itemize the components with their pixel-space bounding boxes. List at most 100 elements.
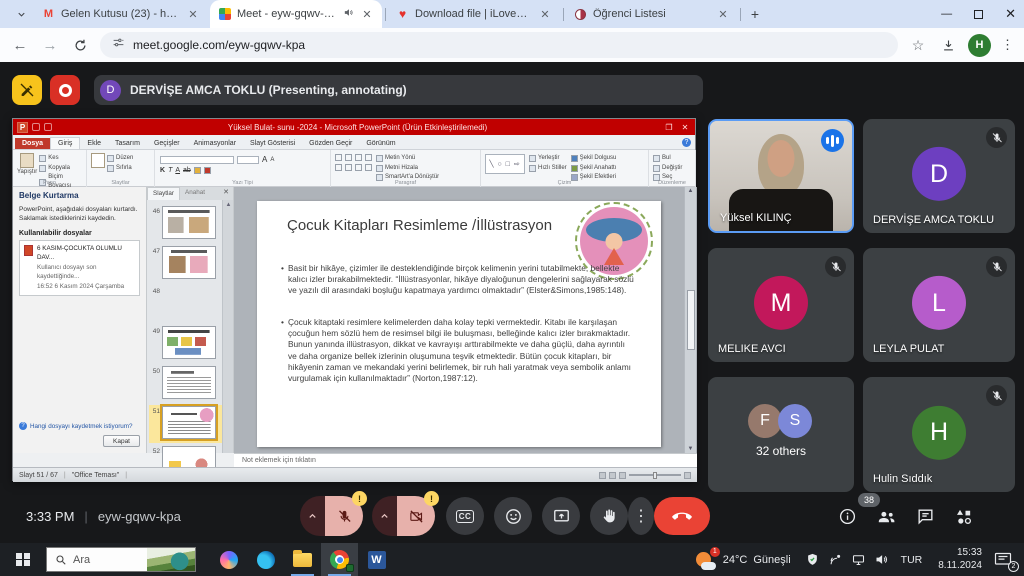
taskbar-word-icon[interactable]: W — [358, 543, 395, 576]
present-button[interactable] — [542, 497, 580, 535]
reset-button[interactable]: Sıfırla — [107, 164, 133, 173]
quick-styles-button[interactable]: Hızlı Stiller — [529, 164, 567, 173]
tab-close-icon[interactable]: ✕ — [360, 7, 374, 21]
annotation-button[interactable] — [12, 75, 42, 105]
meeting-details-icon[interactable] — [836, 506, 858, 528]
camera-control[interactable]: ! — [372, 496, 435, 536]
zoom-slider[interactable] — [629, 474, 681, 476]
italic-button[interactable]: T — [168, 167, 172, 174]
underline-button[interactable]: A — [175, 167, 180, 174]
align-right-button[interactable] — [355, 164, 362, 171]
ribbon-tab-gozden-gecir[interactable]: Gözden Geçir — [302, 138, 359, 149]
undo-icon[interactable] — [44, 123, 52, 131]
slide-canvas[interactable]: Çocuk Kitapları Resimleme /İllüstrasyon … — [234, 187, 697, 453]
tab-close-icon[interactable]: ✕ — [186, 7, 200, 21]
save-icon[interactable] — [32, 123, 40, 131]
view-sorter-button[interactable] — [609, 472, 616, 479]
panel-close-icon[interactable]: ✕ — [219, 187, 233, 200]
outline-tab[interactable]: Anahat — [180, 187, 210, 200]
back-button[interactable]: ← — [10, 35, 30, 55]
taskbar-copilot-icon[interactable] — [210, 543, 247, 576]
notification-center-icon[interactable]: 2 — [994, 552, 1014, 568]
close-recovery-button[interactable]: Kapat — [103, 435, 140, 447]
tray-clock[interactable]: 15:33 8.11.2024 — [934, 547, 986, 572]
tray-volume-icon[interactable] — [874, 552, 889, 567]
layout-button[interactable]: Düzen — [107, 154, 133, 163]
window-minimize-button[interactable]: — — [941, 8, 952, 20]
ppt-close-button[interactable]: ✕ — [679, 123, 691, 132]
indent-button[interactable] — [355, 154, 362, 161]
downloads-icon[interactable] — [938, 35, 958, 55]
taskbar-file-explorer-icon[interactable] — [284, 543, 321, 576]
people-icon[interactable] — [875, 506, 897, 528]
tab-audio-icon[interactable] — [343, 7, 354, 21]
ribbon-tab-ekle[interactable]: Ekle — [80, 138, 108, 149]
find-button[interactable]: Bul — [653, 154, 695, 163]
activities-icon[interactable] — [953, 506, 975, 528]
slide-thumbnail-48[interactable]: 48 — [149, 285, 223, 323]
slide-thumbnail-47[interactable]: 47 — [149, 245, 223, 283]
slides-tab[interactable]: Slaytlar — [147, 187, 180, 200]
slide-thumbnail-50[interactable]: 50 — [149, 365, 223, 403]
bookmark-star-icon[interactable]: ☆ — [908, 35, 928, 55]
ppt-help-icon[interactable]: ? — [682, 138, 691, 147]
recovered-file-item[interactable]: 6 KASIM-ÇOCUKTA OLUMLU DAV... Kullanıcı … — [19, 240, 140, 296]
tab-ogrenci-listesi[interactable]: Öğrenci Listesi ✕ — [566, 0, 738, 28]
taskbar-chrome-icon[interactable] — [321, 543, 358, 576]
window-maximize-button[interactable] — [974, 10, 983, 19]
taskbar-search-input[interactable]: Ara — [46, 547, 196, 572]
align-center-button[interactable] — [345, 164, 352, 171]
recording-indicator-button[interactable] — [50, 75, 80, 105]
search-highlight-image[interactable] — [147, 548, 195, 571]
canvas-scrollbar[interactable]: ▲ ▼ — [684, 187, 696, 453]
font-name-box[interactable] — [160, 156, 234, 164]
current-slide[interactable]: Çocuk Kitapları Resimleme /İllüstrasyon … — [257, 201, 661, 447]
ribbon-tab-tasarim[interactable]: Tasarım — [108, 138, 147, 149]
ribbon-tab-gorunum[interactable]: Görünüm — [359, 138, 402, 149]
strikethrough-button[interactable]: ab — [183, 167, 191, 174]
font-color-chip[interactable] — [204, 167, 211, 174]
highlight-color-chip[interactable] — [194, 167, 201, 174]
tile-yuksel-kilinc[interactable]: Yüksel KILINÇ — [708, 119, 854, 233]
mic-control[interactable]: ! — [300, 496, 363, 536]
tile-32-others[interactable]: F S 32 others — [708, 377, 854, 492]
font-size-box[interactable] — [237, 156, 259, 164]
slide-thumbnail-49[interactable]: 49 — [149, 325, 223, 363]
site-settings-icon[interactable] — [112, 36, 125, 54]
ribbon-tab-animasyonlar[interactable]: Animasyonlar — [187, 138, 243, 149]
tab-ilovepdf[interactable]: ♥ Download file | iLovePDF ✕ — [388, 0, 560, 28]
taskbar-edge-icon[interactable] — [247, 543, 284, 576]
text-direction-button[interactable]: Metin Yönü — [376, 154, 439, 163]
ribbon-tab-giris[interactable]: Giriş — [50, 137, 80, 149]
recovery-help-link[interactable]: ? Hangi dosyayı kaydetmek istiyorum? — [19, 422, 140, 430]
slide-thumbnail-51-selected[interactable]: 51 — [149, 405, 223, 443]
reload-button[interactable] — [70, 35, 90, 55]
replace-button[interactable]: Değiştir — [653, 164, 695, 173]
numbering-button[interactable] — [345, 154, 352, 161]
browser-menu-icon[interactable]: ⋮ — [1001, 37, 1014, 53]
tab-search-chevron-icon[interactable] — [8, 4, 34, 24]
tile-leyla-pulat[interactable]: L LEYLA PULAT — [863, 248, 1015, 362]
chat-icon[interactable] — [914, 506, 936, 528]
tile-dervise-amca-toklu[interactable]: D DERVİŞE AMCA TOKLU — [863, 119, 1015, 233]
ppt-maximize-button[interactable]: ❐ — [663, 123, 675, 132]
window-close-button[interactable]: ✕ — [1005, 6, 1016, 22]
reactions-button[interactable] — [494, 497, 532, 535]
tile-hulin-siddik[interactable]: H Hulin Sıddık — [863, 377, 1015, 492]
grow-font-icon[interactable]: A — [262, 155, 267, 164]
address-bar[interactable]: meet.google.com/eyw-gqwv-kpa — [100, 32, 898, 58]
more-options-button[interactable]: ⋮ — [628, 497, 654, 535]
profile-avatar[interactable]: H — [968, 34, 991, 57]
view-normal-button[interactable] — [599, 472, 606, 479]
captions-button[interactable]: CC — [446, 497, 484, 535]
align-left-button[interactable] — [335, 164, 342, 171]
shape-fill-button[interactable]: Şekil Dolgusu — [571, 154, 617, 163]
notes-placeholder[interactable]: Not eklemek için tıklatın — [234, 453, 697, 467]
tray-security-icon[interactable] — [805, 552, 820, 567]
tile-melike-avci[interactable]: M MELIKE AVCI — [708, 248, 854, 362]
windows-start-button[interactable] — [0, 543, 46, 576]
tab-meet[interactable]: Meet - eyw-gqwv-kpa ✕ — [210, 0, 382, 28]
ribbon-tab-dosya[interactable]: Dosya — [15, 138, 50, 149]
tab-close-icon[interactable]: ✕ — [716, 7, 730, 21]
spacing-button[interactable] — [365, 154, 372, 161]
